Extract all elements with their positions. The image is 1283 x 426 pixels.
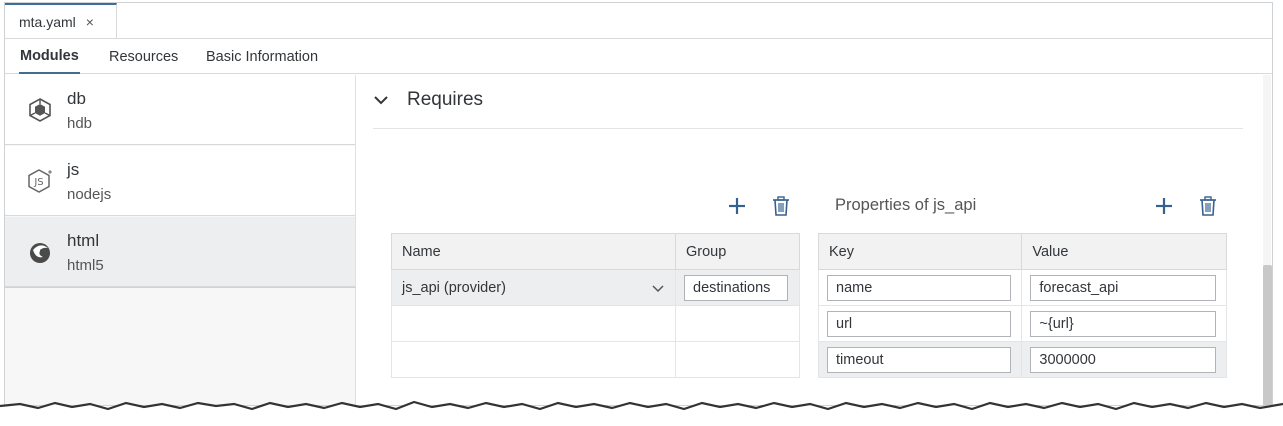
- property-key-input[interactable]: name: [827, 274, 1011, 301]
- file-tab-mta-yaml[interactable]: mta.yaml ×: [5, 3, 117, 39]
- requires-table: Name Group js_api (provider) destination…: [390, 233, 800, 378]
- table-cell[interactable]: [675, 305, 800, 342]
- table-header-row: Name Group: [390, 233, 800, 270]
- table-row[interactable]: [390, 305, 800, 342]
- tab-modules[interactable]: Modules: [19, 40, 80, 74]
- properties-table: Key Value name forecast_api url ~{url} t…: [817, 233, 1227, 378]
- module-item-html[interactable]: html html5: [5, 217, 355, 287]
- module-name: js: [67, 160, 80, 179]
- hdb-module-icon: [29, 98, 51, 122]
- editor-window: mta.yaml × Modules Resources Basic Infor…: [4, 2, 1273, 406]
- requires-group-value: destinations: [693, 279, 771, 296]
- column-header-key: Key: [817, 233, 1023, 270]
- property-value-input[interactable]: 3000000: [1030, 346, 1217, 373]
- chevron-down-icon[interactable]: [373, 94, 389, 106]
- table-header-row: Key Value: [817, 233, 1227, 270]
- property-value-value: 3000000: [1039, 351, 1096, 368]
- column-header-group: Group: [675, 233, 800, 270]
- property-key-value: name: [836, 279, 873, 296]
- table-cell[interactable]: [675, 341, 800, 378]
- module-name: db: [67, 89, 86, 108]
- table-row[interactable]: js_api (provider) destinations: [390, 269, 800, 306]
- requires-group-input[interactable]: destinations: [684, 274, 789, 301]
- requires-title: Requires: [407, 89, 484, 110]
- requires-name-select[interactable]: js_api (provider): [392, 280, 675, 296]
- property-value-value: forecast_api: [1039, 279, 1119, 296]
- property-value-value: ~{url}: [1039, 315, 1074, 332]
- module-type: html5: [67, 257, 104, 274]
- property-value-input[interactable]: ~{url}: [1030, 310, 1217, 337]
- module-item-db[interactable]: db hdb: [5, 75, 355, 145]
- property-key-input[interactable]: url: [827, 310, 1011, 337]
- close-icon[interactable]: ×: [86, 14, 94, 30]
- property-key-value: url: [836, 315, 853, 332]
- svg-text:JS: JS: [33, 177, 43, 188]
- add-property-button[interactable]: [1153, 195, 1175, 217]
- tab-resources-label: Resources: [109, 49, 179, 65]
- vertical-scrollbar-thumb[interactable]: [1263, 265, 1272, 405]
- table-cell[interactable]: [390, 305, 677, 342]
- property-key-value: timeout: [836, 351, 884, 368]
- table-cell[interactable]: [390, 341, 677, 378]
- trash-icon: [1200, 196, 1216, 216]
- file-tab-bar: mta.yaml ×: [5, 3, 1272, 39]
- module-type: hdb: [67, 115, 93, 132]
- properties-title: Properties of js_api: [835, 196, 977, 214]
- module-list-divider: [5, 287, 356, 288]
- delete-property-button[interactable]: [1197, 195, 1219, 217]
- tab-resources[interactable]: Resources: [109, 40, 178, 74]
- section-divider: [373, 128, 1243, 129]
- tab-basic-information-label: Basic Information: [206, 49, 319, 65]
- nodejs-module-icon: JS: [28, 169, 52, 193]
- table-row[interactable]: name forecast_api: [817, 269, 1227, 306]
- requires-section-header[interactable]: Requires: [373, 89, 483, 111]
- plus-icon: [1156, 198, 1172, 214]
- module-list: db hdb JS js nodejs html html5: [5, 75, 356, 405]
- table-row[interactable]: timeout 3000000: [817, 341, 1227, 378]
- tab-modules-label: Modules: [20, 48, 79, 64]
- delete-requires-button[interactable]: [770, 195, 792, 217]
- html5-module-icon: [30, 243, 50, 263]
- file-tab-label: mta.yaml: [19, 14, 76, 30]
- chevron-down-icon[interactable]: [651, 283, 665, 293]
- plus-icon: [729, 198, 745, 214]
- trash-icon: [773, 196, 789, 216]
- table-row[interactable]: [390, 341, 800, 378]
- column-header-value: Value: [1021, 233, 1227, 270]
- editor-tabs: Modules Resources Basic Information: [5, 40, 1272, 74]
- module-item-js[interactable]: JS js nodejs: [5, 146, 355, 216]
- table-row[interactable]: url ~{url}: [817, 305, 1227, 342]
- module-type: nodejs: [67, 186, 112, 203]
- torn-edge-decoration: [0, 400, 1283, 426]
- tab-basic-information[interactable]: Basic Information: [206, 40, 318, 74]
- module-name: html: [67, 231, 100, 250]
- property-key-input[interactable]: timeout: [827, 346, 1011, 373]
- add-requires-button[interactable]: [726, 195, 748, 217]
- column-header-name: Name: [390, 233, 677, 270]
- requires-name-value: js_api (provider): [402, 279, 506, 296]
- property-value-input[interactable]: forecast_api: [1030, 274, 1217, 301]
- module-details-panel: Requires Name Group js_api (provider) de…: [357, 75, 1272, 405]
